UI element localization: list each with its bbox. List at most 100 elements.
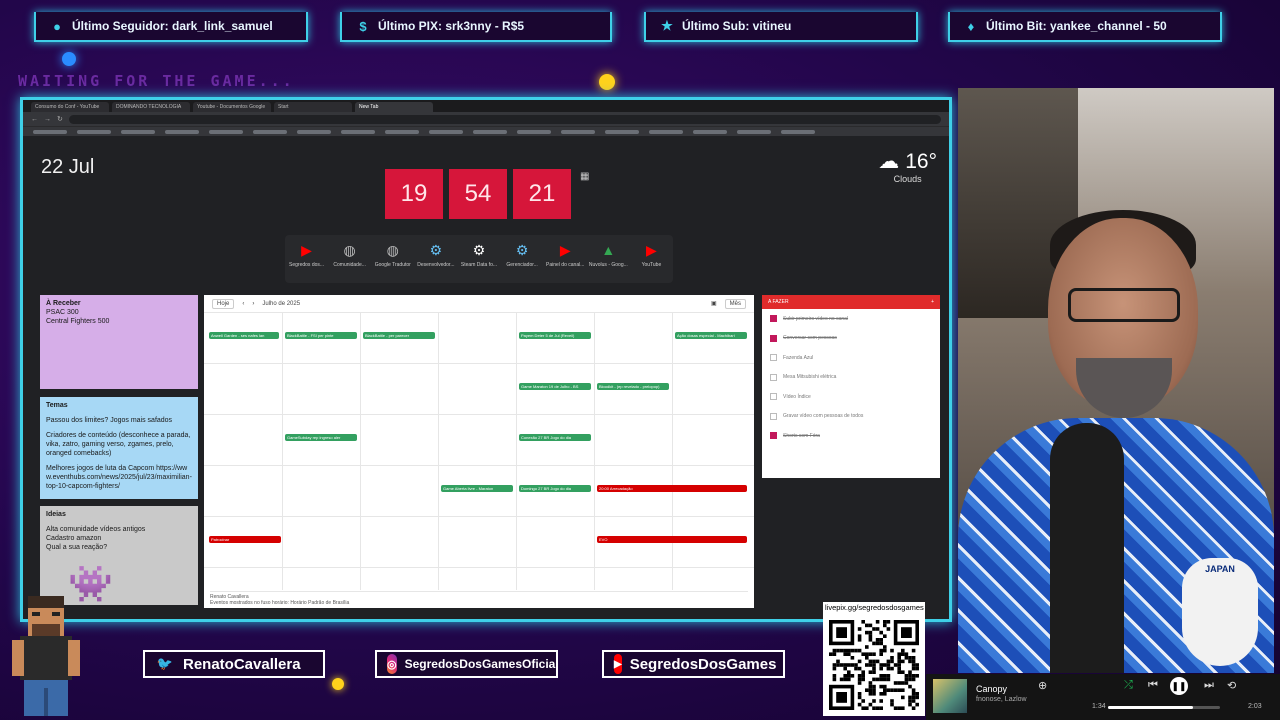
bookmark-item[interactable] [473, 130, 507, 134]
task-item[interactable]: Shorts com Fóra [762, 426, 940, 446]
forward-icon[interactable]: → [44, 116, 51, 123]
shortcut-tile[interactable]: ⚙ Desenvolvedor... [416, 243, 456, 283]
note-temas[interactable]: Temas Passou dos limites? Jogos mais saf… [40, 397, 198, 499]
bookmark-item[interactable] [341, 130, 375, 134]
note-line: PSAC 300 [46, 309, 79, 316]
shortcut-tile[interactable]: ▲ Nuvolus - Goog... [588, 243, 628, 283]
task-item[interactable]: Vídeo Índice [762, 387, 940, 407]
instagram-icon: ◎ [387, 654, 397, 674]
shortcut-tile[interactable]: ⚙ Gerenciador... [502, 243, 542, 283]
bookmark-item[interactable] [297, 130, 331, 134]
shortcut-tile[interactable]: ⚙ Steam Data fo... [459, 243, 499, 283]
task-item[interactable]: Mesa Mitsubishi elétrica [762, 368, 940, 388]
task-checkbox[interactable] [770, 412, 777, 420]
streamer-glasses [1068, 288, 1180, 322]
bookmark-item[interactable] [517, 130, 551, 134]
add-task-icon[interactable]: + [931, 299, 934, 305]
bookmark-item[interactable] [737, 130, 771, 134]
last-follower-text: Último Seguidor: dark_link_samuel [72, 19, 273, 33]
calendar-event[interactable]: Game Aberta livre - Maraton [441, 485, 513, 492]
address-input[interactable] [68, 114, 941, 124]
bookmark-item[interactable] [121, 130, 155, 134]
progress-bar[interactable] [1108, 706, 1220, 709]
task-checkbox[interactable] [770, 315, 777, 323]
bookmark-item[interactable] [605, 130, 639, 134]
calendar-event[interactable]: Conexão 27 BR Jogo do dia [519, 434, 591, 441]
bookmark-item[interactable] [77, 130, 111, 134]
note-a-receber[interactable]: À Receber PSAC 300 Central Fighters 500 [40, 295, 198, 389]
repeat-icon[interactable]: ⟲ [1227, 679, 1236, 692]
print-icon[interactable]: ▣ [711, 300, 717, 307]
calendar-event[interactable]: BlackBattle - FSI per pinte [285, 332, 357, 339]
bookmark-item[interactable] [253, 130, 287, 134]
task-item[interactable]: Fazenda Azul [762, 348, 940, 368]
youtube-icon: ▶ [614, 654, 622, 674]
reload-icon[interactable]: ↻ [57, 115, 63, 123]
pause-button[interactable]: ❚❚ [1170, 677, 1188, 695]
note-line: Cadastro amazon [46, 535, 102, 542]
steam-icon: ⚙ [515, 242, 529, 258]
livepix-qr-code [823, 614, 925, 716]
shortcut-tile[interactable]: ▶ Painel do canal... [545, 243, 585, 283]
view-select[interactable]: Mês [724, 298, 746, 309]
calendar-event[interactable]: Domingo 27 BR Jogo do dia [519, 485, 591, 492]
add-to-library-icon[interactable]: ⊕ [1038, 679, 1047, 692]
bookmark-item[interactable] [649, 130, 683, 134]
shuffle-icon[interactable]: ⤮ [1124, 679, 1133, 692]
bookmark-item[interactable] [429, 130, 463, 134]
browser-tab-active[interactable]: New Tab [355, 102, 433, 112]
song-artist: fnonose, Lazlow [976, 696, 1027, 703]
task-item[interactable]: Conversar com pessoas [762, 329, 940, 349]
bookmark-item[interactable] [781, 130, 815, 134]
prev-month-icon[interactable]: ‹ [242, 301, 244, 307]
next-icon[interactable]: ⏭ [1204, 679, 1214, 692]
task-checkbox[interactable] [770, 354, 777, 362]
japan-crest: JAPAN [1182, 558, 1258, 666]
note-ideias[interactable]: Ideias Alta comunidade vídeos antigos Ca… [40, 506, 198, 605]
shortcut-tile[interactable]: ◍ Google Tradutor [373, 243, 413, 283]
browser-tab[interactable]: DOMINANDO TECNOLOGIA [112, 102, 190, 112]
back-icon[interactable]: ← [31, 116, 38, 123]
bookmark-item[interactable] [209, 130, 243, 134]
task-item[interactable]: Gravar vídeo com pessoas de todos [762, 407, 940, 427]
calendar-event[interactable]: 20:00 Arrecadação [597, 485, 747, 492]
calendar-event[interactable]: Patrocinar [209, 536, 281, 543]
twitter-icon: 🐦 [156, 656, 174, 671]
calendar-event[interactable]: GameSubday rep ingreso aler [285, 434, 357, 441]
weather-widget[interactable]: ☁ 16° Clouds [878, 149, 937, 185]
apps-grid-icon[interactable]: ▦ [580, 171, 589, 182]
bookmark-item[interactable] [165, 130, 199, 134]
previous-icon[interactable]: ⏮ [1148, 679, 1158, 692]
note-line: Alta comunidade vídeos antigos [46, 526, 146, 533]
shortcut-tile[interactable]: ▶ Segredos dos... [287, 243, 327, 283]
calendar-event[interactable]: EVO [597, 536, 747, 543]
bookmark-item[interactable] [561, 130, 595, 134]
calendar-event[interactable]: BlackBattle - per parecer [363, 332, 435, 339]
tasks-header: A FAZER + [762, 295, 940, 309]
instagram-handle: ◎ SegredosDosGamesOficial [375, 650, 559, 678]
task-checkbox[interactable] [770, 393, 777, 401]
task-label: Mesa Mitsubishi elétrica [783, 374, 837, 381]
task-checkbox[interactable] [770, 373, 777, 381]
calendar-event[interactable]: Anwell Garden - ses nafes lan [209, 332, 279, 339]
bookmark-item[interactable] [693, 130, 727, 134]
browser-tab[interactable]: Youtube - Documentos Google [193, 102, 271, 112]
calendar-event[interactable]: Game Maraton 19 de Julho - BS [519, 383, 591, 390]
diamond-icon: ♦ [967, 18, 975, 34]
calendar-event[interactable]: Payem Deter 5 de Jul (Reveil) [519, 332, 591, 339]
browser-tab[interactable]: Consumo do Conf - YouTube [31, 102, 109, 112]
calendar-event[interactable]: Ação dosas especial - Machibari [675, 332, 747, 339]
globe-icon: ◍ [386, 242, 399, 258]
next-month-icon[interactable]: › [252, 301, 254, 307]
browser-tab[interactable]: Start [274, 102, 352, 112]
bookmark-item[interactable] [33, 130, 67, 134]
shortcut-tile[interactable]: ◍ Comunidade... [330, 243, 370, 283]
today-button[interactable]: Hoje [212, 298, 235, 309]
task-checkbox[interactable] [770, 432, 777, 440]
elapsed-time: 1:34 [1092, 703, 1106, 710]
task-checkbox[interactable] [770, 334, 777, 342]
task-item[interactable]: Subir primeiro vídeo no canal [762, 309, 940, 329]
bookmark-item[interactable] [385, 130, 419, 134]
shortcut-tile[interactable]: ▶ YouTube [631, 243, 671, 283]
calendar-event[interactable]: Bloodkit - (ep revelado - prelopop) [597, 383, 669, 390]
